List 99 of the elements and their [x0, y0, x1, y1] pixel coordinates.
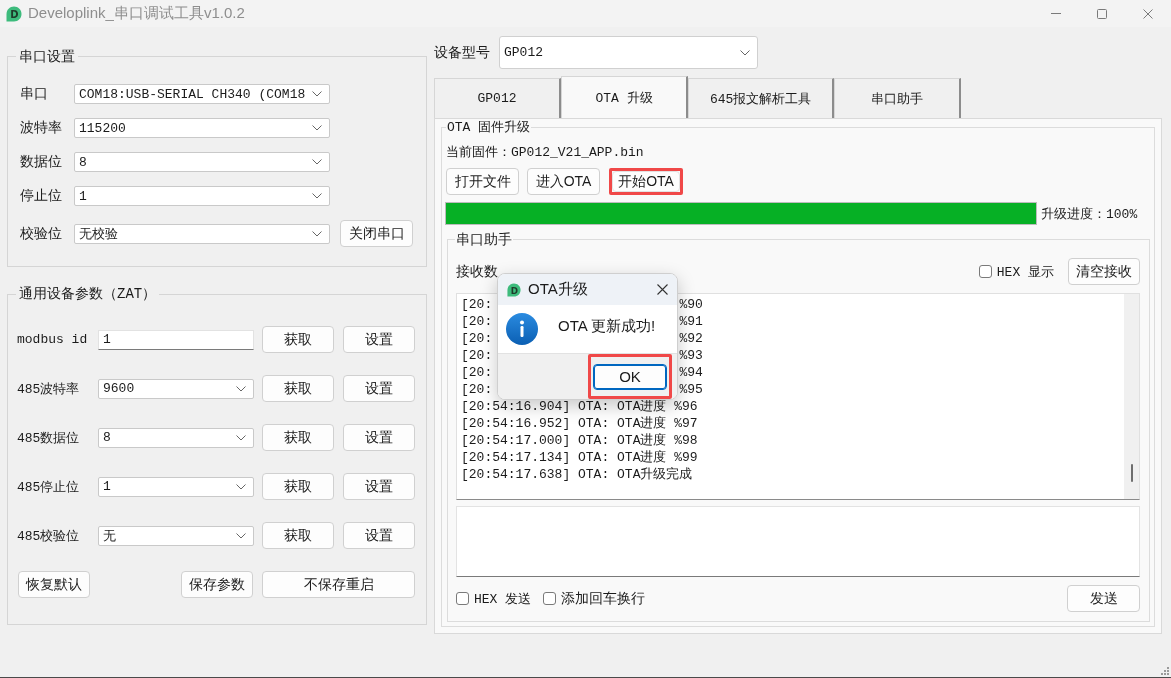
- dropdown[interactable]: 无: [98, 525, 254, 546]
- param-label: 485波特率: [17, 380, 81, 398]
- log-line-end: %91: [679, 313, 703, 330]
- dialog-title: OTA升级: [528, 280, 588, 299]
- checkbox-label: HEX 发送: [474, 590, 532, 608]
- chevron-down-icon: [312, 159, 322, 165]
- group-title: 串口设置: [18, 47, 76, 66]
- set-button[interactable]: 设置: [343, 522, 415, 549]
- app-logo-icon: D: [6, 5, 22, 22]
- close-icon: [656, 284, 668, 295]
- ok-button[interactable]: OK: [593, 363, 667, 390]
- maximize-icon: [1097, 8, 1107, 19]
- log-line-start: [20:: [461, 331, 493, 346]
- info-icon: [506, 313, 538, 345]
- checkbox-label: HEX 显示: [996, 263, 1054, 281]
- checkbox[interactable]: [456, 592, 469, 605]
- get-button[interactable]: 获取: [262, 326, 334, 353]
- window-title: Developlink_串口调试工具v1.0.2: [28, 4, 245, 23]
- ota-button[interactable]: 打开文件: [446, 168, 519, 195]
- chevron-down-icon: [236, 434, 246, 441]
- dropdown[interactable]: 9600: [98, 378, 254, 399]
- field-label: 校验位: [20, 224, 63, 243]
- param-label: 485数据位: [17, 429, 81, 447]
- log-line-end: %93: [679, 347, 703, 364]
- group-title: 串口助手: [455, 231, 513, 248]
- dropdown[interactable]: COM18:USB-SERIAL CH340 (COM18: [74, 84, 330, 104]
- device-model-label: 设备型号: [434, 43, 491, 62]
- current-firmware-text: 当前固件：GP012_V21_APP.bin: [446, 144, 644, 162]
- chevron-down-icon: [236, 532, 246, 539]
- group-title: 通用设备参数（ZAT）: [18, 285, 158, 304]
- log-line: [20:54:16.904] OTA: OTA进度 %96: [461, 398, 699, 415]
- param-label: 485校验位: [17, 527, 81, 545]
- log-line-end: %90: [679, 296, 703, 313]
- chevron-down-icon: [740, 49, 750, 56]
- set-button[interactable]: 设置: [343, 375, 415, 402]
- log-line-start: [20:: [461, 314, 493, 329]
- chevron-down-icon: [236, 483, 246, 490]
- log-line: [20:54:17.134] OTA: OTA进度 %99: [461, 449, 699, 466]
- tab[interactable]: 645报文解析工具: [688, 78, 835, 118]
- param-label: 485停止位: [17, 478, 81, 496]
- text-input[interactable]: 1: [98, 329, 254, 350]
- chevron-down-icon: [312, 125, 322, 131]
- close-icon: [1143, 8, 1153, 19]
- log-line-end: %94: [679, 364, 703, 381]
- log-line-start: [20:: [461, 365, 493, 380]
- receive-label: 接收数: [456, 262, 498, 281]
- dropdown[interactable]: 8: [98, 427, 254, 448]
- dropdown[interactable]: 1: [98, 476, 254, 497]
- checkbox[interactable]: [543, 592, 557, 605]
- dialog-message: OTA 更新成功!: [558, 316, 656, 336]
- send-button[interactable]: 发送: [1067, 585, 1140, 612]
- log-line-end: %92: [679, 330, 703, 347]
- log-line-start: [20:: [461, 348, 493, 363]
- field-label: 停止位: [20, 187, 63, 205]
- tab[interactable]: OTA 升级: [561, 76, 688, 118]
- log-line-end: %95: [679, 381, 703, 398]
- close-port-button[interactable]: 关闭串口: [340, 220, 413, 247]
- set-button[interactable]: 设置: [343, 424, 415, 451]
- log-line: [20:54:17.000] OTA: OTA进度 %98: [461, 432, 699, 449]
- dropdown[interactable]: 8: [74, 152, 330, 172]
- device-model-dropdown[interactable]: GP012: [499, 36, 758, 69]
- field-label: 串口: [20, 85, 49, 103]
- log-line: [20:54:17.638] OTA: OTA升级完成: [461, 466, 694, 483]
- dropdown[interactable]: 115200: [74, 118, 330, 138]
- chevron-down-icon: [312, 193, 322, 199]
- log-line-start: [20:: [461, 297, 493, 312]
- chevron-down-icon: [312, 91, 322, 97]
- scrollbar-thumb[interactable]: [1130, 464, 1133, 482]
- progress-label: 升级进度：100%: [1041, 205, 1138, 223]
- set-button[interactable]: 设置: [343, 326, 415, 353]
- get-button[interactable]: 获取: [262, 522, 334, 549]
- chevron-down-icon: [236, 385, 246, 392]
- ota-button[interactable]: 进入OTA: [527, 168, 600, 195]
- get-button[interactable]: 获取: [262, 424, 334, 451]
- log-line: [20:54:16.952] OTA: OTA进度 %97: [461, 415, 699, 432]
- clear-receive-button[interactable]: 清空接收: [1068, 258, 1140, 285]
- save-params-button[interactable]: 保存参数: [181, 571, 253, 598]
- checkbox-label: 添加回车换行: [561, 589, 646, 608]
- field-label: 数据位: [20, 153, 63, 171]
- dropdown[interactable]: 无校验: [74, 223, 330, 244]
- log-line-start: [20:: [461, 382, 493, 397]
- param-label: modbus id: [17, 332, 89, 347]
- tab[interactable]: 串口助手: [834, 78, 962, 118]
- set-button[interactable]: 设置: [343, 473, 415, 500]
- ota-button[interactable]: 开始OTA: [612, 171, 680, 192]
- checkbox[interactable]: [978, 265, 992, 278]
- get-button[interactable]: 获取: [262, 473, 334, 500]
- app-logo-icon: D: [507, 282, 521, 297]
- chevron-down-icon: [312, 230, 322, 237]
- restart-without-save-button[interactable]: 不保存重启: [262, 571, 415, 598]
- field-label: 波特率: [20, 119, 63, 137]
- resize-grip-icon[interactable]: [1161, 667, 1169, 675]
- dropdown[interactable]: 1: [74, 186, 330, 206]
- minimize-icon: [1051, 13, 1061, 14]
- group-title: OTA 固件升级: [446, 119, 532, 136]
- restore-defaults-button[interactable]: 恢复默认: [18, 571, 90, 598]
- get-button[interactable]: 获取: [262, 375, 334, 402]
- vertical-scrollbar[interactable]: [1124, 294, 1139, 499]
- tab[interactable]: GP012: [434, 78, 561, 118]
